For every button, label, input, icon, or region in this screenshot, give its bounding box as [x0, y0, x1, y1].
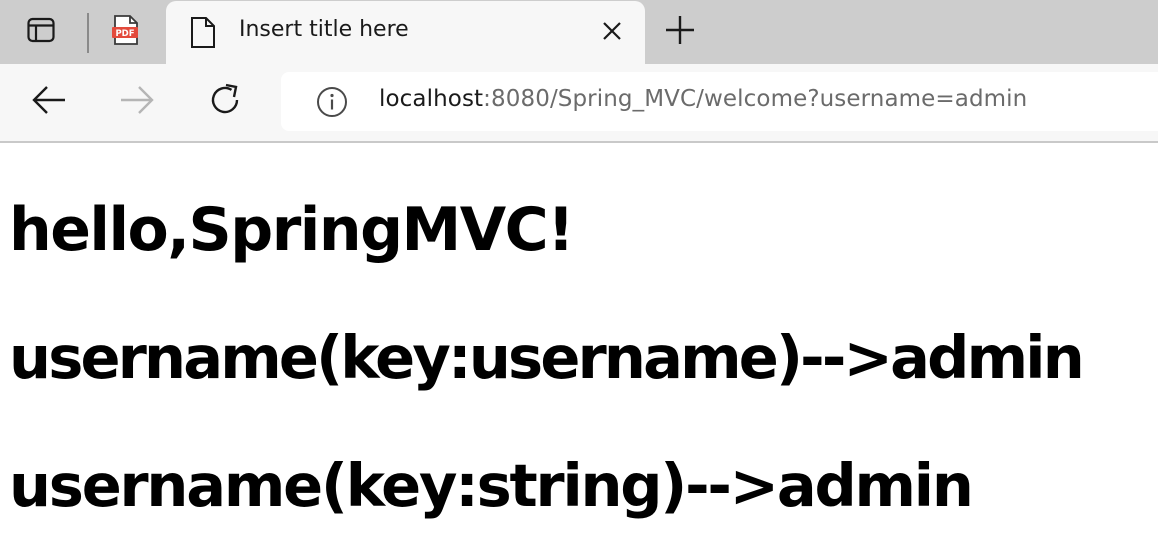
url-text[interactable]: localhost:8080/Spring_MVC/welcome?userna…: [379, 86, 1027, 112]
tab-separator: [87, 13, 89, 53]
reload-icon: [207, 82, 243, 122]
document-icon: [189, 16, 217, 54]
pdf-icon-label: PDF: [115, 29, 134, 39]
pdf-file-icon: PDF: [110, 14, 142, 50]
close-tab-button[interactable]: [598, 19, 626, 47]
url-path: :8080/Spring_MVC/welcome?username=admin: [483, 86, 1028, 112]
heading-username-key-username: username(key:username)-->admin: [9, 323, 1085, 392]
tab-strip: PDF Insert title here: [0, 0, 1158, 64]
back-button[interactable]: [29, 82, 69, 122]
tab-actions-icon: [26, 15, 56, 49]
tab-active[interactable]: Insert title here: [166, 1, 645, 64]
forward-arrow-icon: [119, 82, 155, 122]
url-host: localhost: [379, 86, 484, 112]
info-icon[interactable]: [316, 86, 348, 122]
browser-window: PDF Insert title here localhost:8080/Spr…: [0, 0, 1158, 540]
heading-greeting: hello,SpringMVC!: [9, 195, 575, 265]
close-icon: [602, 21, 622, 45]
reload-button[interactable]: [205, 82, 245, 122]
page-content: hello,SpringMVC! username(key:username)-…: [0, 143, 1158, 540]
tab-pdf[interactable]: PDF: [100, 10, 152, 54]
back-arrow-icon: [31, 82, 67, 122]
tab-title: Insert title here: [239, 17, 409, 42]
heading-username-key-string: username(key:string)-->admin: [9, 451, 974, 520]
navigation-toolbar: localhost:8080/Spring_MVC/welcome?userna…: [0, 64, 1158, 143]
tab-actions-button[interactable]: [14, 10, 68, 54]
forward-button[interactable]: [117, 82, 157, 122]
new-tab-button[interactable]: [662, 14, 698, 50]
address-bar[interactable]: localhost:8080/Spring_MVC/welcome?userna…: [281, 72, 1158, 131]
plus-icon: [665, 15, 695, 49]
